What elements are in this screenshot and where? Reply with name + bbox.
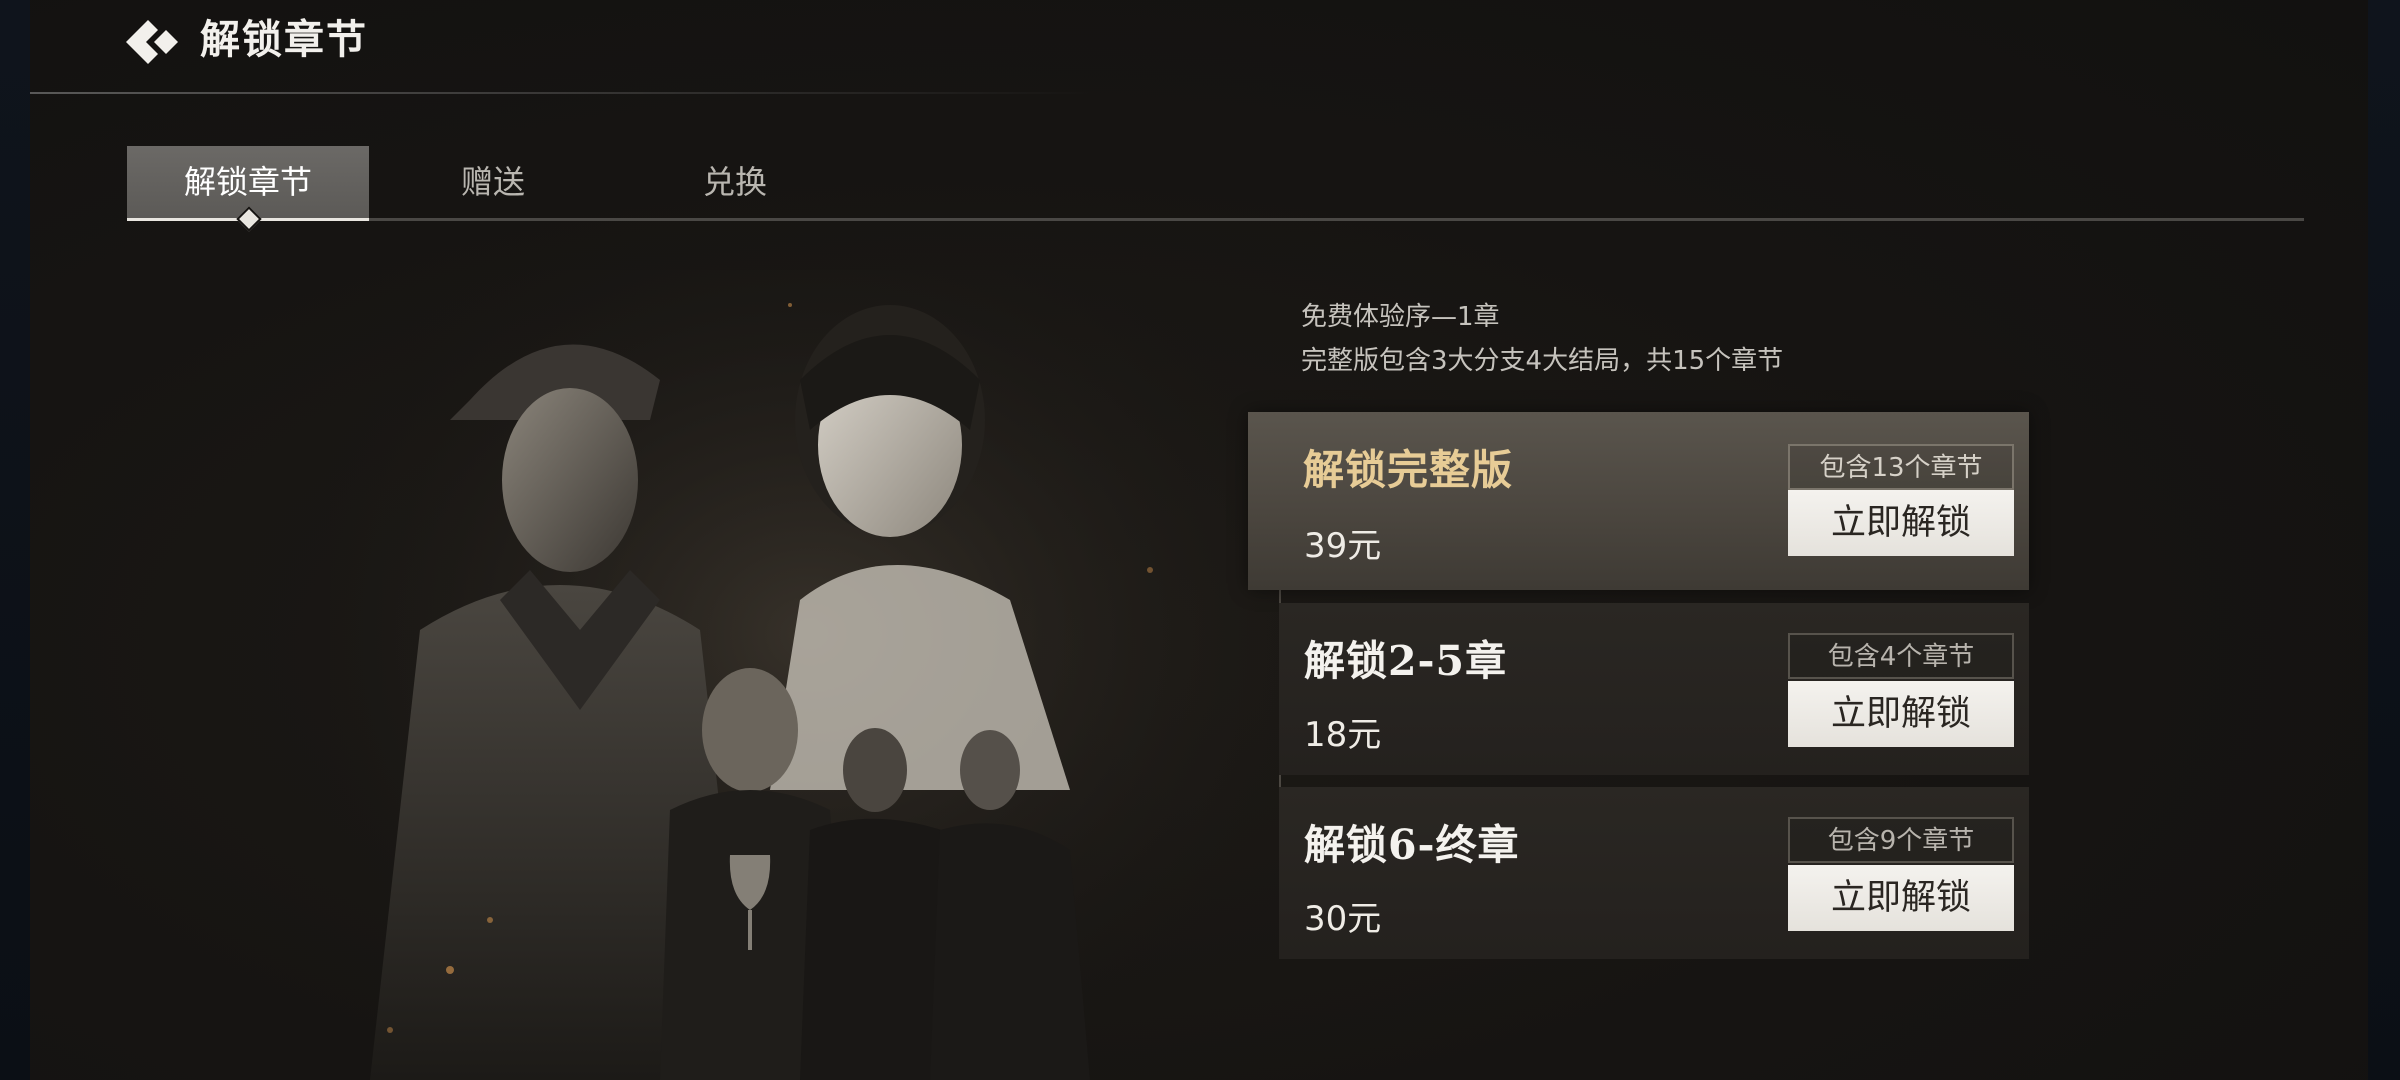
left-edge	[0, 0, 30, 1080]
header-divider	[30, 92, 1100, 94]
option-card-chapters-6-end: 解锁6-终章 30元 包含9个章节 立即解锁	[1279, 787, 2029, 959]
full-version-description: 完整版包含3大分支4大结局，共15个章节	[1301, 346, 1784, 376]
tab-redeem[interactable]: 兑换	[614, 146, 856, 218]
page-title: 解锁章节	[200, 16, 368, 63]
option-title: 解锁2-5章	[1304, 637, 1508, 685]
tab-gift[interactable]: 赠送	[372, 146, 614, 218]
option-card-full-version: 解锁完整版 39元 包含13个章节 立即解锁	[1248, 412, 2029, 590]
option-price: 39元	[1304, 526, 1382, 566]
option-price: 30元	[1304, 899, 1382, 939]
option-price: 18元	[1304, 715, 1382, 755]
unlock-chapters-6-end-button[interactable]: 立即解锁	[1788, 865, 2014, 931]
unlock-chapters-2-5-button[interactable]: 立即解锁	[1788, 681, 2014, 747]
option-title: 解锁6-终章	[1304, 821, 1520, 869]
unlock-full-version-button[interactable]: 立即解锁	[1788, 490, 2014, 556]
back-icon	[126, 20, 178, 64]
tab-bar: 解锁章节 赠送 兑换	[127, 146, 2304, 232]
chapter-count-badge: 包含9个章节	[1788, 817, 2014, 863]
back-button[interactable]	[122, 14, 182, 70]
option-card-chapters-2-5: 解锁2-5章 18元 包含4个章节 立即解锁	[1279, 603, 2029, 775]
free-trial-text: 免费体验序—1章	[1301, 302, 1500, 332]
chapter-count-badge: 包含4个章节	[1788, 633, 2014, 679]
right-edge	[2368, 0, 2400, 1080]
option-title: 解锁完整版	[1303, 446, 1513, 494]
unlock-chapters-screen: 解锁章节 解锁章节 赠送 兑换 免费体验序—1章 完整版包含3大分支4大结局，共…	[30, 0, 2368, 1080]
chapter-info: 免费体验序—1章 完整版包含3大分支4大结局，共15个章节	[1301, 295, 2001, 383]
poster-image	[330, 270, 1290, 1080]
header: 解锁章节	[30, 0, 2368, 92]
chapter-count-badge: 包含13个章节	[1788, 444, 2014, 490]
tab-underline	[127, 218, 2304, 221]
